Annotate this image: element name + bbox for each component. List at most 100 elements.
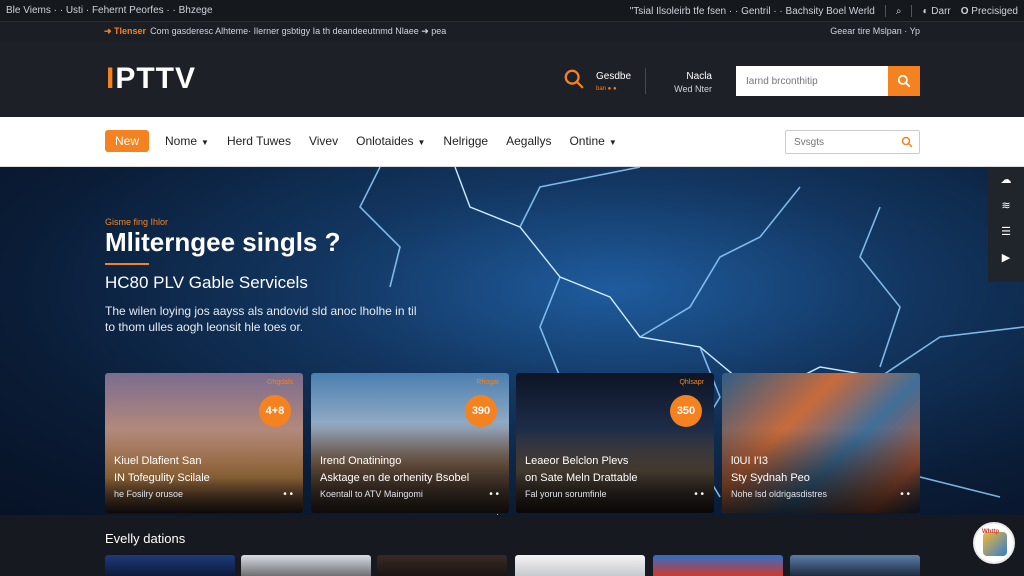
card-meta: Nohe lsd oldrigasdistres [731, 489, 828, 499]
content-card[interactable]: Qhlsapr 350 Leaeor Belclon Plevs on Sate… [516, 373, 714, 513]
account-label: Darr [931, 5, 951, 17]
register-link[interactable]: O Precisiged [961, 6, 1018, 17]
header-group-1-title: Gesdbe [596, 71, 632, 82]
logo-first-letter: I [106, 62, 116, 95]
nav-item-ontine[interactable]: Ontine ▼ [569, 134, 616, 148]
hero-banner: Gisme fing Ihlor Mliterngee singls ? HC8… [0, 167, 1024, 515]
card-more-button[interactable]: • • [283, 489, 293, 500]
header-group-1[interactable]: Gesdbe ban ● ● [596, 70, 631, 96]
nav-item-aegallys[interactable]: Aegallys [506, 134, 551, 148]
announcement-bar: ➜ Tlenser Com gasderesc Alhteme· Ilerner … [0, 22, 1024, 42]
announcement-brand: ➜ Tlenser [104, 26, 147, 36]
hero-subtitle: HC80 PLV Gable Servicels [105, 273, 308, 292]
site-logo[interactable]: IPTTV [106, 62, 196, 96]
register-label: Precisiged [971, 5, 1018, 17]
card-meta: Koentall to ATV Maingomi [320, 489, 423, 499]
thumbnail[interactable] [377, 555, 507, 576]
card-badge-label: Ghgdals [266, 379, 293, 386]
header-search-input[interactable] [736, 66, 888, 96]
nav-item-label: Aegallys [506, 134, 552, 148]
chat-widget-button[interactable]: Whttp [973, 522, 1015, 564]
card-subtitle: Sty Sydnah Peo [731, 472, 810, 484]
divider [911, 5, 913, 17]
nav-item-label: Ontine [569, 134, 605, 148]
bottom-section: Evelly dations [0, 515, 1024, 576]
chevron-down-icon: ▼ [201, 138, 209, 147]
card-badge: 390 [465, 395, 497, 427]
header-search-button[interactable] [888, 66, 920, 96]
announcement-message: Com gasderesc Alhteme· Ilerner gsbtigy I… [150, 26, 447, 36]
logo-text: PTTV [115, 62, 197, 95]
card-subtitle: IN Tofegulity Scilale [114, 472, 210, 484]
hero-description: The wilen loying jos aayss als andovid s… [105, 304, 417, 334]
header-group-1-sub: ban ● ● [596, 86, 617, 92]
site-header: IPTTV Gesdbe ban ● ● Nacla Wed Nter [0, 42, 1024, 117]
nav-item-vivev[interactable]: Vivev [309, 134, 338, 148]
card-title: Leaeor Belclon Plevs [525, 455, 629, 467]
account-link[interactable]: ◐ Darr [922, 6, 950, 17]
search-icon[interactable]: ⌕ [896, 6, 902, 17]
card-title: Irend Onatiningo [320, 455, 402, 467]
content-card[interactable]: Rhogat 390 Irend Onatiningo Asktage en d… [311, 373, 509, 513]
card-subtitle: Asktage en de orhenity Bsobel [320, 472, 470, 484]
utility-links[interactable]: Ble Viems · · Usti · Fehernt Peorfes · ·… [6, 5, 213, 16]
nav-item-onlotaides[interactable]: Onlotaides ▼ [356, 134, 425, 148]
card-subtitle: on Sate Meln Drattable [525, 472, 638, 484]
header-group-2-title: Nacla [686, 71, 712, 82]
side-toolbar: ☁ ≋ ☰ ▶ [988, 167, 1024, 282]
utility-right: "Tsial Ilsoleirb tfe fsen · · Gentril · … [630, 5, 1018, 17]
cloud-icon[interactable]: ☁ [988, 167, 1024, 193]
announcement-brand-label: Tlenser [114, 26, 147, 36]
hero-title: Mliterngee singls ? [105, 227, 341, 257]
announcement-text[interactable]: ➜ Tlenser Com gasderesc Alhteme· Ilerner … [104, 26, 446, 37]
card-title: Kiuel Dlafient San [114, 455, 202, 467]
card-title: l0UI I'I3 [731, 455, 768, 467]
main-nav: New Nome ▼ Herd Tuwes Vivev Onlotaides ▼ N… [0, 117, 1024, 167]
card-badge-label: Rhogat [476, 379, 499, 386]
card-more-button[interactable]: • • [900, 489, 910, 500]
nav-search-input[interactable] [786, 131, 919, 153]
nav-items: Nome ▼ Herd Tuwes Vivev Onlotaides ▼ Nelri… [165, 134, 617, 148]
divider [884, 5, 886, 17]
utility-right-links[interactable]: "Tsial Ilsoleirb tfe fsen · · Gentril · … [630, 6, 875, 17]
card-meta: Fal yorun sorumfinle [525, 489, 607, 499]
nav-item-label: Vivev [308, 134, 339, 148]
header-group-2[interactable]: Nacla Wed Nter [664, 70, 712, 96]
hero-eyebrow: Gisme fing Ihlor [105, 217, 169, 227]
card-meta: he Fosilry orusoe [114, 489, 184, 499]
play-icon[interactable]: ▶ [988, 245, 1024, 271]
card-more-button[interactable]: • • [489, 489, 499, 500]
content-card[interactable]: Ghgdals 4+8 Kiuel Dlafient San IN Tofegu… [105, 373, 303, 513]
card-badge: 4+8 [259, 395, 291, 427]
announcement-right[interactable]: Geear tire Mslpan · Yp [830, 26, 920, 36]
section-title: Evelly dations [105, 531, 186, 546]
nav-item-herd-tuwes[interactable]: Herd Tuwes [227, 134, 291, 148]
nav-item-nome[interactable]: Nome ▼ [165, 134, 209, 148]
chevron-down-icon: ▼ [417, 138, 426, 147]
list-icon[interactable]: ☰ [988, 219, 1024, 245]
chevron-down-icon: ▼ [608, 138, 617, 147]
nav-item-label: Nelrigge [443, 134, 489, 148]
thumbnail[interactable] [790, 555, 920, 576]
thumbnail[interactable] [653, 555, 783, 576]
header-group-2-sub: Wed Nter [674, 84, 712, 94]
utility-bar: Ble Viems · · Usti · Fehernt Peorfes · ·… [0, 0, 1024, 22]
nav-item-label: Nome [165, 134, 198, 148]
header-search [736, 66, 920, 96]
wifi-icon[interactable]: ≋ [988, 193, 1024, 219]
search-icon[interactable] [901, 136, 913, 148]
chat-label: Whttp [982, 529, 999, 535]
search-icon[interactable] [563, 68, 585, 90]
nav-item-label: Onlotaides [356, 134, 414, 148]
card-badge: 350 [670, 395, 702, 427]
new-badge[interactable]: New [105, 130, 149, 152]
content-card[interactable]: l0UI I'I3 Sty Sydnah Peo Nohe lsd oldrig… [722, 373, 920, 513]
nav-item-nelrigge[interactable]: Nelrigge [443, 134, 488, 148]
card-more-button[interactable]: • • [694, 489, 704, 500]
divider [645, 68, 646, 94]
thumbnail[interactable] [105, 555, 235, 576]
card-badge-label: Qhlsapr [679, 379, 704, 386]
thumbnail[interactable] [515, 555, 645, 576]
thumbnail[interactable] [241, 555, 371, 576]
hero-accent-line [105, 263, 149, 265]
